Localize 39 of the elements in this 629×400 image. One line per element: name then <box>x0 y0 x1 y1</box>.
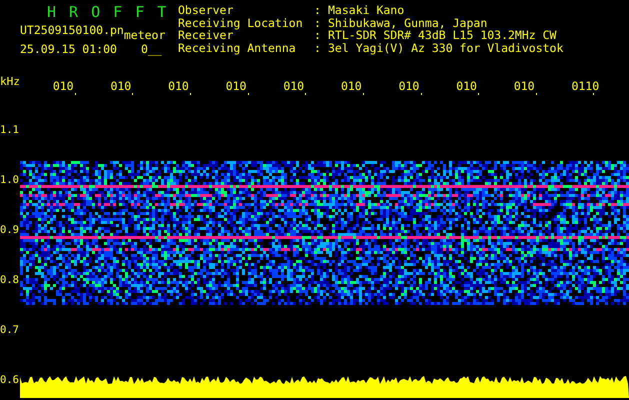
time-tick-label: 010 <box>226 80 246 92</box>
time-tick-label: 0110 <box>571 80 600 92</box>
tick-mark <box>362 92 364 95</box>
time-tick-label: 010 <box>514 80 535 92</box>
time-tick-label: 010 <box>340 80 362 92</box>
info-value: Shibukawa, Gunma, Japan <box>328 16 488 29</box>
info-value: RTL-SDR SDR# 43dB L15 103.2MHz CW <box>328 29 556 42</box>
time-tick-label: 010 <box>398 80 420 92</box>
tick-mark <box>190 92 192 95</box>
info-label: Receiving Location <box>178 16 304 29</box>
colon: : <box>314 29 322 42</box>
date-time: 25.09.15 01:00 <box>20 42 117 55</box>
info-label: Receiving Antenna <box>178 42 297 54</box>
tick-mark <box>478 92 480 95</box>
frequency-tick-label: 1.0 <box>0 173 20 187</box>
time-tick-label: 010 <box>168 80 189 92</box>
tick-mark <box>74 92 76 95</box>
frequency-tick-label: 0.7 <box>0 323 20 337</box>
app-title: H R O F F T <box>46 4 170 20</box>
frequency-tick-label: 0.9 <box>0 223 20 237</box>
time-tick-label: 010 <box>283 80 304 92</box>
info-label: Observer <box>178 4 234 16</box>
file-name: UT2509150100.pn <box>20 24 124 36</box>
colon: : <box>314 42 322 54</box>
time-tick-label: 010 <box>110 80 132 92</box>
frequency-tick-label: 1.1 <box>0 123 20 137</box>
time-tick-label: 010 <box>456 80 477 92</box>
colon: : <box>314 16 322 29</box>
info-value: 3el Yagi(V) Az 330 for Vladivostok <box>328 42 564 54</box>
event-type: meteor <box>124 29 166 42</box>
frequency-tick-label: 0.8 <box>0 273 20 287</box>
info-value: Masaki Kano <box>328 4 404 16</box>
event-count: 0__ <box>140 42 162 55</box>
axis-unit: kHz <box>0 76 21 90</box>
tick-mark <box>536 92 537 95</box>
info-label: Receiver <box>178 29 234 42</box>
colon: : <box>314 4 322 16</box>
time-tick-label: 010 <box>52 80 74 92</box>
frequency-tick-label: 0.6 <box>0 373 20 387</box>
